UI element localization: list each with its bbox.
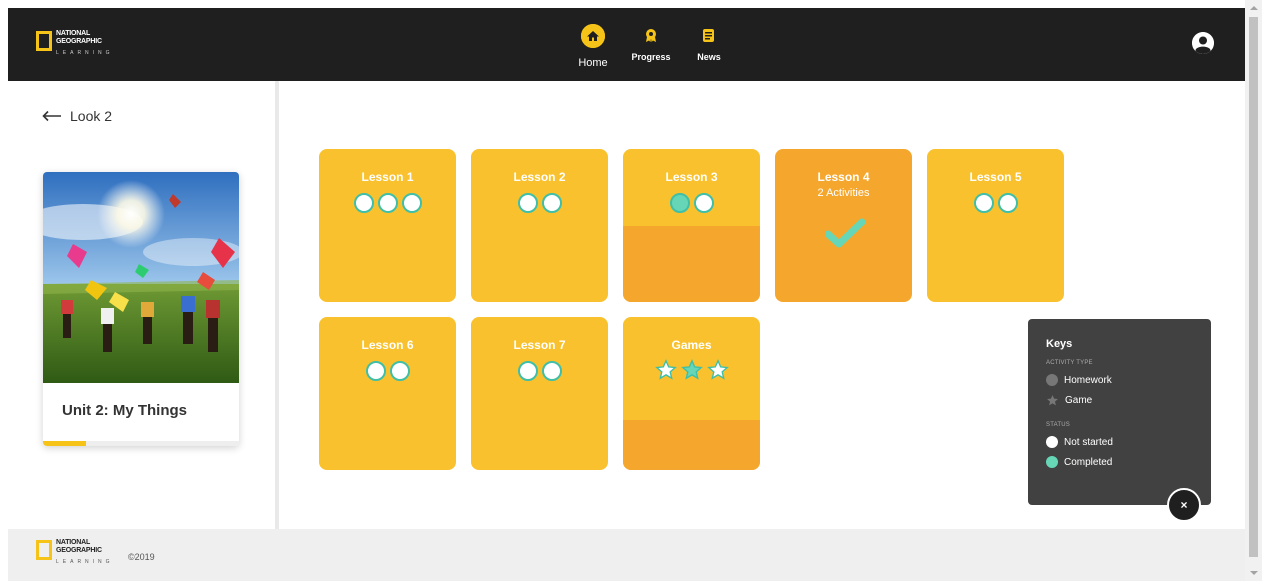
unit-cover-image <box>43 172 239 383</box>
back-link[interactable]: Look 2 <box>42 108 112 124</box>
logo-line2: GEOGRAPHIC <box>56 547 102 554</box>
nav-news[interactable]: News <box>680 8 738 81</box>
page-footer: NATIONAL GEOGRAPHIC LEARNING ©2019 <box>8 529 1245 581</box>
nav-home[interactable]: Home <box>564 8 622 81</box>
logo-yellow-frame <box>36 31 52 51</box>
homework-dot-not-started <box>377 193 398 213</box>
lesson-tile-1[interactable]: Lesson 1 <box>319 149 456 302</box>
news-icon <box>702 28 716 43</box>
lesson-tile-5[interactable]: Lesson 5 <box>927 149 1064 302</box>
homework-dot-completed <box>669 193 690 213</box>
scroll-thumb[interactable] <box>1249 17 1258 557</box>
key-homework: Homework <box>1046 370 1193 390</box>
activity-dots <box>319 193 456 213</box>
homework-dot-not-started <box>541 193 562 213</box>
status-heading: STATUS <box>1046 422 1070 428</box>
homework-dot-not-started <box>997 193 1018 213</box>
lesson-activity-count: 2 Activities <box>817 187 870 199</box>
lesson-progress-band <box>623 226 760 302</box>
lesson-tile-7[interactable]: Lesson 7 <box>471 317 608 470</box>
activity-dots <box>623 193 760 213</box>
star-icon-not-started <box>706 359 729 380</box>
lesson-title: Lesson 1 <box>361 170 414 184</box>
homework-dot-not-started <box>973 193 994 213</box>
nav-home-label: Home <box>578 57 608 69</box>
back-link-label: Look 2 <box>70 108 113 124</box>
logo-yellow-frame <box>36 540 52 560</box>
logo-line2: GEOGRAPHIC <box>56 38 102 45</box>
keys-title: Keys <box>1046 338 1073 350</box>
activity-dots <box>471 193 608 213</box>
home-icon <box>581 24 605 48</box>
keys-legend-panel: Keys ACTIVITY TYPE Homework Game STATUS … <box>1028 319 1211 505</box>
key-not-started-label: Not started <box>1064 436 1113 448</box>
homework-dot-not-started <box>365 361 386 381</box>
star-icon-completed <box>680 359 703 380</box>
unit-card[interactable]: Unit 2: My Things <box>43 172 239 446</box>
key-completed: Completed <box>1046 452 1193 472</box>
homework-dot-not-started <box>401 193 422 213</box>
lesson-title: Lesson 2 <box>513 170 566 184</box>
lesson-tile-4[interactable]: Lesson 4 2 Activities <box>775 149 912 302</box>
nav-news-label: News <box>697 52 721 62</box>
lesson-tile-2[interactable]: Lesson 2 <box>471 149 608 302</box>
key-homework-label: Homework <box>1064 374 1112 386</box>
logo-line1: NATIONAL <box>56 30 91 37</box>
star-icon-not-started <box>654 359 677 380</box>
activity-dots <box>927 193 1064 213</box>
nav-progress[interactable]: Progress <box>622 8 680 81</box>
games-title: Games <box>671 338 712 352</box>
close-keys-button[interactable]: × <box>1167 488 1201 522</box>
activity-dots <box>319 361 456 381</box>
lesson-title: Lesson 3 <box>665 170 718 184</box>
unit-progress-fill <box>43 441 87 446</box>
lesson-title: Lesson 4 <box>817 170 870 184</box>
unit-sidebar: Look 2 Unit 2: My Things <box>8 81 279 529</box>
logo-line3: LEARNING <box>56 559 114 565</box>
logo-line1: NATIONAL <box>56 539 91 546</box>
copyright: ©2019 <box>128 552 155 562</box>
app-window: NATIONAL GEOGRAPHIC LEARNING Home Progre… <box>8 8 1245 581</box>
lesson-tile-6[interactable]: Lesson 6 <box>319 317 456 470</box>
homework-dot-not-started <box>541 361 562 381</box>
not-started-circle-icon <box>1046 436 1058 448</box>
homework-dot-not-started <box>353 193 374 213</box>
natgeo-logo[interactable]: NATIONAL GEOGRAPHIC LEARNING <box>36 30 114 56</box>
key-not-started: Not started <box>1046 432 1193 452</box>
award-icon <box>644 28 658 43</box>
logo-line3: LEARNING <box>56 50 114 56</box>
lesson-title: Lesson 6 <box>361 338 414 352</box>
scroll-up-arrow-icon[interactable] <box>1250 6 1258 10</box>
completed-circle-icon <box>1046 456 1058 468</box>
homework-dot-not-started <box>517 361 538 381</box>
lesson-tile-3[interactable]: Lesson 3 <box>623 149 760 302</box>
game-stars <box>623 359 760 381</box>
key-game-label: Game <box>1065 394 1093 406</box>
lesson-title: Lesson 5 <box>969 170 1022 184</box>
games-tile[interactable]: Games <box>623 317 760 470</box>
homework-circle-icon <box>1046 374 1058 386</box>
checkmark-icon <box>825 218 865 248</box>
footer-natgeo-logo: NATIONAL GEOGRAPHIC LEARNING <box>36 539 114 565</box>
activity-type-heading: ACTIVITY TYPE <box>1046 360 1093 366</box>
homework-dot-not-started <box>693 193 714 213</box>
arrow-left-icon <box>42 110 61 122</box>
vertical-scrollbar[interactable] <box>1245 0 1262 581</box>
top-header: NATIONAL GEOGRAPHIC LEARNING Home Progre… <box>8 8 1245 81</box>
main-nav: Home Progress News <box>564 8 738 81</box>
homework-dot-not-started <box>517 193 538 213</box>
key-game: Game <box>1046 390 1193 410</box>
game-star-icon <box>1047 394 1058 405</box>
lesson-title: Lesson 7 <box>513 338 566 352</box>
activity-dots <box>471 361 608 381</box>
user-avatar-icon[interactable] <box>1192 32 1214 54</box>
nav-progress-label: Progress <box>631 52 671 62</box>
unit-title: Unit 2: My Things <box>62 402 187 419</box>
scroll-down-arrow-icon[interactable] <box>1250 571 1258 575</box>
key-completed-label: Completed <box>1064 456 1113 468</box>
unit-progress-bar <box>43 441 239 446</box>
games-progress-band <box>623 420 760 470</box>
homework-dot-not-started <box>389 361 410 381</box>
